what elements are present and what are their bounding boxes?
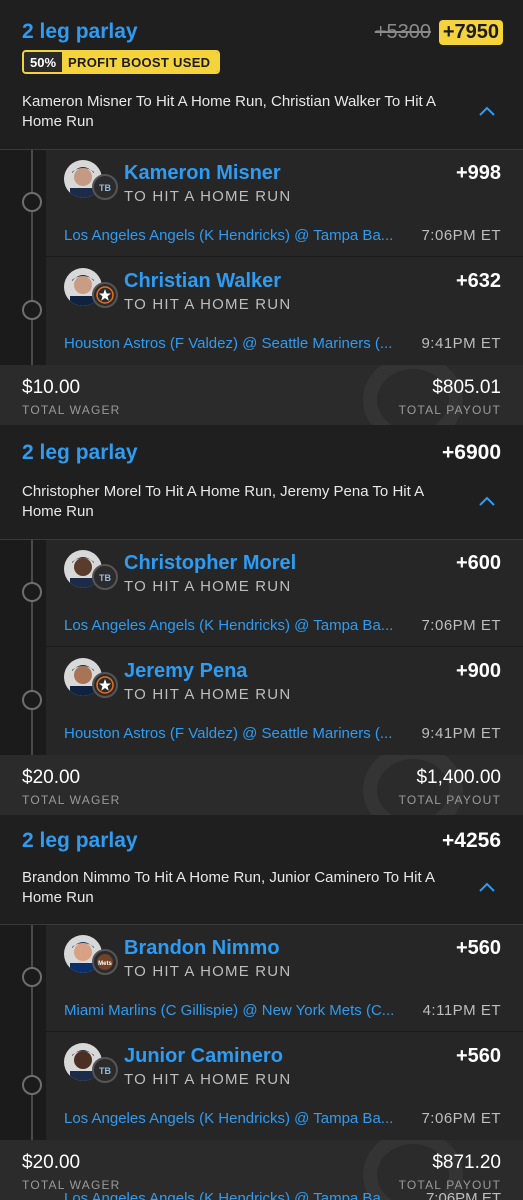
- parlay-title: 2 leg parlay: [22, 441, 138, 464]
- legs-container: Mets Brandon Nimmo TO HIT A HOME RUN +56…: [0, 925, 523, 1140]
- parlay-description: Brandon Nimmo To Hit A Home Run, Junior …: [22, 869, 435, 906]
- leg-odds: +998: [455, 162, 501, 184]
- total-wager-label: TOTAL WAGER: [22, 793, 121, 807]
- leg-rail: [31, 150, 33, 365]
- parlay-title: 2 leg parlay: [22, 829, 138, 852]
- game-time: 7:06PM ET: [421, 227, 501, 244]
- parlay-description: Christopher Morel To Hit A Home Run, Jer…: [22, 483, 424, 520]
- svg-text:TB: TB: [99, 573, 111, 583]
- market-label: TO HIT A HOME RUN: [124, 963, 292, 980]
- boost-label: PROFIT BOOST USED: [62, 52, 219, 72]
- astros-logo-icon: [92, 672, 118, 698]
- parlay-card: 2 leg parlay +6900 Christopher Morel To …: [0, 425, 523, 815]
- total-payout-label: TOTAL PAYOUT: [398, 793, 501, 807]
- parlay-card: 2 leg parlay +4256 Brandon Nimmo To Hit …: [0, 815, 523, 1200]
- leg-odds: +600: [455, 552, 501, 574]
- total-wager-label: TOTAL WAGER: [22, 403, 121, 417]
- game-time: 9:41PM ET: [421, 725, 501, 742]
- mets-logo-icon: Mets: [92, 949, 118, 975]
- legs-container: TB Kameron Misner TO HIT A HOME RUN +998…: [0, 150, 523, 365]
- leg-odds: +560: [455, 937, 501, 959]
- player-name[interactable]: Jeremy Pena: [124, 660, 247, 683]
- game-time: 7:06PM ET: [421, 617, 501, 634]
- leg-dot: [22, 192, 42, 212]
- player-name[interactable]: Junior Caminero: [124, 1045, 283, 1068]
- wager-footer: $20.00 TOTAL WAGER $1,400.00 TOTAL PAYOU…: [0, 755, 523, 815]
- total-payout-value: $871.20: [432, 1152, 501, 1173]
- rays-logo-icon: TB: [92, 564, 118, 590]
- total-payout-value: $1,400.00: [416, 767, 501, 788]
- rays-logo-icon: TB: [92, 174, 118, 200]
- wager-footer: $10.00 TOTAL WAGER $805.01 TOTAL PAYOUT: [0, 365, 523, 425]
- leg-dot: [22, 300, 42, 320]
- game-time: 7:06PM ET: [425, 1190, 501, 1200]
- original-odds: +5300: [374, 21, 431, 43]
- chevron-up-icon[interactable]: [477, 104, 497, 118]
- market-label: TO HIT A HOME RUN: [124, 578, 292, 595]
- total-wager-value: $20.00: [22, 1152, 81, 1173]
- total-payout-value: $805.01: [432, 377, 501, 398]
- game-link[interactable]: Houston Astros (F Valdez) @ Seattle Mari…: [64, 335, 414, 352]
- game-link[interactable]: Los Angeles Angels (K Hendricks) @ Tampa…: [64, 617, 414, 634]
- svg-text:TB: TB: [99, 183, 111, 193]
- leg-odds: +632: [455, 270, 501, 292]
- game-link[interactable]: Los Angeles Angels (K Hendricks) @ Tampa…: [64, 1190, 393, 1200]
- parlay-description: Kameron Misner To Hit A Home Run, Christ…: [22, 93, 436, 130]
- leg-rail: [31, 540, 33, 755]
- player-name[interactable]: Christopher Morel: [124, 552, 296, 575]
- leg-dot: [22, 690, 42, 710]
- leg-odds: +900: [455, 660, 501, 682]
- svg-text:TB: TB: [99, 1066, 111, 1076]
- total-wager-value: $10.00: [22, 377, 81, 398]
- parlay-title: 2 leg parlay: [22, 20, 138, 43]
- game-time: 9:41PM ET: [421, 335, 501, 352]
- game-time: 4:11PM ET: [422, 1002, 501, 1019]
- profit-boost-badge: 50% PROFIT BOOST USED: [22, 50, 221, 74]
- leg-odds: +560: [455, 1045, 501, 1067]
- player-name[interactable]: Christian Walker: [124, 270, 281, 293]
- parlay-card: 2 leg parlay +5300 +7950 50% PROFIT BOOS…: [0, 0, 523, 425]
- player-name[interactable]: Brandon Nimmo: [124, 937, 280, 960]
- market-label: TO HIT A HOME RUN: [124, 296, 292, 313]
- market-label: TO HIT A HOME RUN: [124, 188, 292, 205]
- legs-container: TB Christopher Morel TO HIT A HOME RUN +…: [0, 540, 523, 755]
- total-wager-value: $20.00: [22, 767, 81, 788]
- rays-logo-icon: TB: [92, 1057, 118, 1083]
- astros-logo-icon: [92, 282, 118, 308]
- chevron-up-icon[interactable]: [477, 880, 497, 894]
- game-link[interactable]: Los Angeles Angels (K Hendricks) @ Tampa…: [64, 227, 414, 244]
- game-link[interactable]: Los Angeles Angels (K Hendricks) @ Tampa…: [64, 1110, 414, 1127]
- boost-percent: 50%: [24, 52, 63, 72]
- chevron-up-icon[interactable]: [477, 494, 497, 508]
- game-time: 7:06PM ET: [421, 1110, 501, 1127]
- svg-text:Mets: Mets: [98, 961, 112, 967]
- market-label: TO HIT A HOME RUN: [124, 686, 292, 703]
- market-label: TO HIT A HOME RUN: [124, 1071, 292, 1088]
- leg-dot: [22, 967, 42, 987]
- game-link[interactable]: Miami Marlins (C Gillispie) @ New York M…: [64, 1002, 414, 1019]
- parlay-odds: +6900: [442, 441, 501, 464]
- boosted-odds: +7950: [438, 20, 503, 45]
- total-payout-label: TOTAL PAYOUT: [398, 403, 501, 417]
- leg-rail: [31, 925, 33, 1140]
- leg-dot: [22, 1075, 42, 1095]
- game-link[interactable]: Houston Astros (F Valdez) @ Seattle Mari…: [64, 725, 414, 742]
- parlay-odds: +4256: [442, 829, 501, 852]
- leg-dot: [22, 582, 42, 602]
- player-name[interactable]: Kameron Misner: [124, 162, 281, 185]
